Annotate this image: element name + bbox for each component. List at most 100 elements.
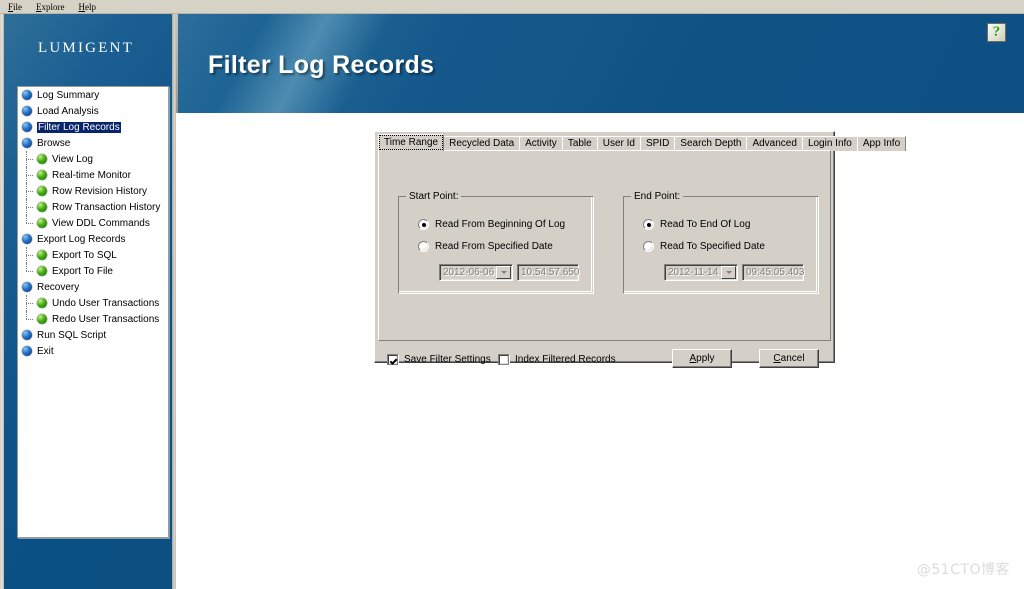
chevron-down-icon[interactable] [721,266,736,279]
sidebar-item-real-time-monitor[interactable]: Real-time Monitor [18,167,168,183]
radio-label: Read To Specified Date [660,241,765,252]
menu-item-help[interactable]: Help [79,1,97,13]
tab-label: Activity [525,138,557,149]
radio-indicator [643,219,654,230]
radio-label: Read To End Of Log [660,219,751,230]
chevron-down-icon[interactable] [496,266,511,279]
sidebar-item-browse[interactable]: Browse [18,135,168,151]
end-point-group: End Point: Read To End Of Log Read To Sp… [623,191,819,294]
checkbox-index-filtered-records[interactable]: Index Filtered Records [498,354,616,365]
tab-label: Login Info [807,138,852,149]
navigation-tree[interactable]: Log Summary Load Analysis Filter Log Recor… [17,86,169,538]
tab-table[interactable]: Table [561,136,598,151]
green-node-icon [37,202,47,212]
apply-button[interactable]: Apply [672,349,732,368]
tree-connector [26,199,37,215]
tab-activity[interactable]: Activity [519,136,563,151]
end-date-value: 2012-11-14 [668,266,719,278]
checkbox-indicator [498,354,509,365]
tab-label: Time Range [384,137,439,148]
cancel-button[interactable]: Cancel [759,349,819,368]
sidebar-item-export-to-sql[interactable]: Export To SQL [18,247,168,263]
radio-read-to-specified-date[interactable]: Read To Specified Date [643,241,765,252]
sidebar-item-row-transaction-history[interactable]: Row Transaction History [18,199,168,215]
sidebar-right-bevel [172,14,176,589]
end-point-group-title: End Point: [631,191,684,202]
tree-connector [26,263,37,279]
tab-search-depth[interactable]: Search Depth [674,136,748,151]
help-icon-glyph: ? [992,24,1001,40]
green-node-icon [37,250,47,260]
tab-label: User Id [602,138,635,149]
checkbox-label: Index Filtered Records [515,354,616,365]
tab-spid[interactable]: SPID [639,136,676,151]
blue-node-icon [22,106,32,116]
sidebar-item-view-ddl-commands[interactable]: View DDL Commands [18,215,168,231]
sidebar-item-label: Recovery [37,281,80,293]
end-date-time-fields: 2012-11-14 09:45:05.403 [664,264,804,281]
green-node-icon [37,266,47,276]
sidebar-item-exit[interactable]: Exit [18,343,168,359]
tree-connector [26,215,37,231]
radio-label: Read From Specified Date [435,241,553,252]
start-date-time-fields: 2012-06-06 10:54:57.650 [439,264,579,281]
sidebar-item-recovery[interactable]: Recovery [18,279,168,295]
tree-connector [26,151,37,167]
start-point-group-title: Start Point: [406,191,462,202]
green-node-icon [37,186,47,196]
sidebar-item-load-analysis[interactable]: Load Analysis [18,103,168,119]
tree-connector [26,183,37,199]
radio-read-from-beginning-of-log[interactable]: Read From Beginning Of Log [418,219,565,230]
tree-connector [26,311,37,327]
checkbox-indicator [387,354,398,365]
green-node-icon [37,314,47,324]
sidebar-item-run-sql-script[interactable]: Run SQL Script [18,327,168,343]
tab-recycled-data[interactable]: Recycled Data [443,136,521,151]
checkbox-save-filter-settings[interactable]: Save Filter Settings [387,354,491,365]
sidebar-item-view-log[interactable]: View Log [18,151,168,167]
menu-item-explore[interactable]: Explore [36,1,65,13]
cancel-button-label: Cancel [773,353,805,364]
start-date-combo[interactable]: 2012-06-06 [439,264,513,281]
sidebar-item-log-summary[interactable]: Log Summary [18,87,168,103]
sidebar-item-undo-user-transactions[interactable]: Undo User Transactions [18,295,168,311]
blue-node-icon [22,122,32,132]
tab-time-range[interactable]: Time Range [378,134,445,151]
logo-text: Lumigent [38,32,134,57]
tab-label: SPID [645,138,670,149]
sidebar-item-redo-user-transactions[interactable]: Redo User Transactions [18,311,168,327]
filter-log-records-dialog: Time Range Recycled Data Activity Table User… [374,131,907,368]
radio-read-to-end-of-log[interactable]: Read To End Of Log [643,219,750,230]
radio-label: Read From Beginning Of Log [435,219,566,230]
sidebar-item-label: Load Analysis [37,105,99,117]
end-date-combo[interactable]: 2012-11-14 [664,264,738,281]
banner-left-bevel [176,14,178,113]
tab-app-info[interactable]: App Info [856,136,907,151]
blue-node-icon [22,234,32,244]
start-time-field[interactable]: 10:54:57.650 [517,264,579,281]
tab-strip: Time Range Recycled Data Activity Table User… [378,134,907,151]
question-mark-help-icon[interactable]: ? [987,23,1006,42]
application-window: File Explore Help Lumigent Log Summary Lo… [0,0,1024,589]
page-banner: Filter Log Records ? [176,14,1024,113]
sidebar-item-label: Export To File [52,265,113,277]
sidebar-item-label: Real-time Monitor [52,169,131,181]
tab-user-id[interactable]: User Id [596,136,641,151]
tree-connector [26,247,37,263]
menu-bar: File Explore Help [0,0,1024,14]
radio-read-from-specified-date[interactable]: Read From Specified Date [418,241,553,252]
end-time-field[interactable]: 09:45:05.403 [742,264,804,281]
sidebar-item-filter-log-records[interactable]: Filter Log Records [18,119,168,135]
sidebar-item-export-to-file[interactable]: Export To File [18,263,168,279]
start-point-group: Start Point: Read From Beginning Of Log … [398,191,594,294]
dialog-footer: Save Filter Settings Index Filtered Reco… [378,345,831,378]
radio-indicator [418,219,429,230]
tab-login-info[interactable]: Login Info [801,136,858,151]
menu-item-file[interactable]: File [8,1,22,13]
apply-button-label: Apply [689,353,715,364]
sidebar-item-row-revision-history[interactable]: Row Revision History [18,183,168,199]
blue-node-icon [22,346,32,356]
sidebar-item-export-log-records[interactable]: Export Log Records [18,231,168,247]
tab-advanced[interactable]: Advanced [746,136,803,151]
dialog-inner-frame: Time Range Recycled Data Activity Table User… [375,132,907,368]
